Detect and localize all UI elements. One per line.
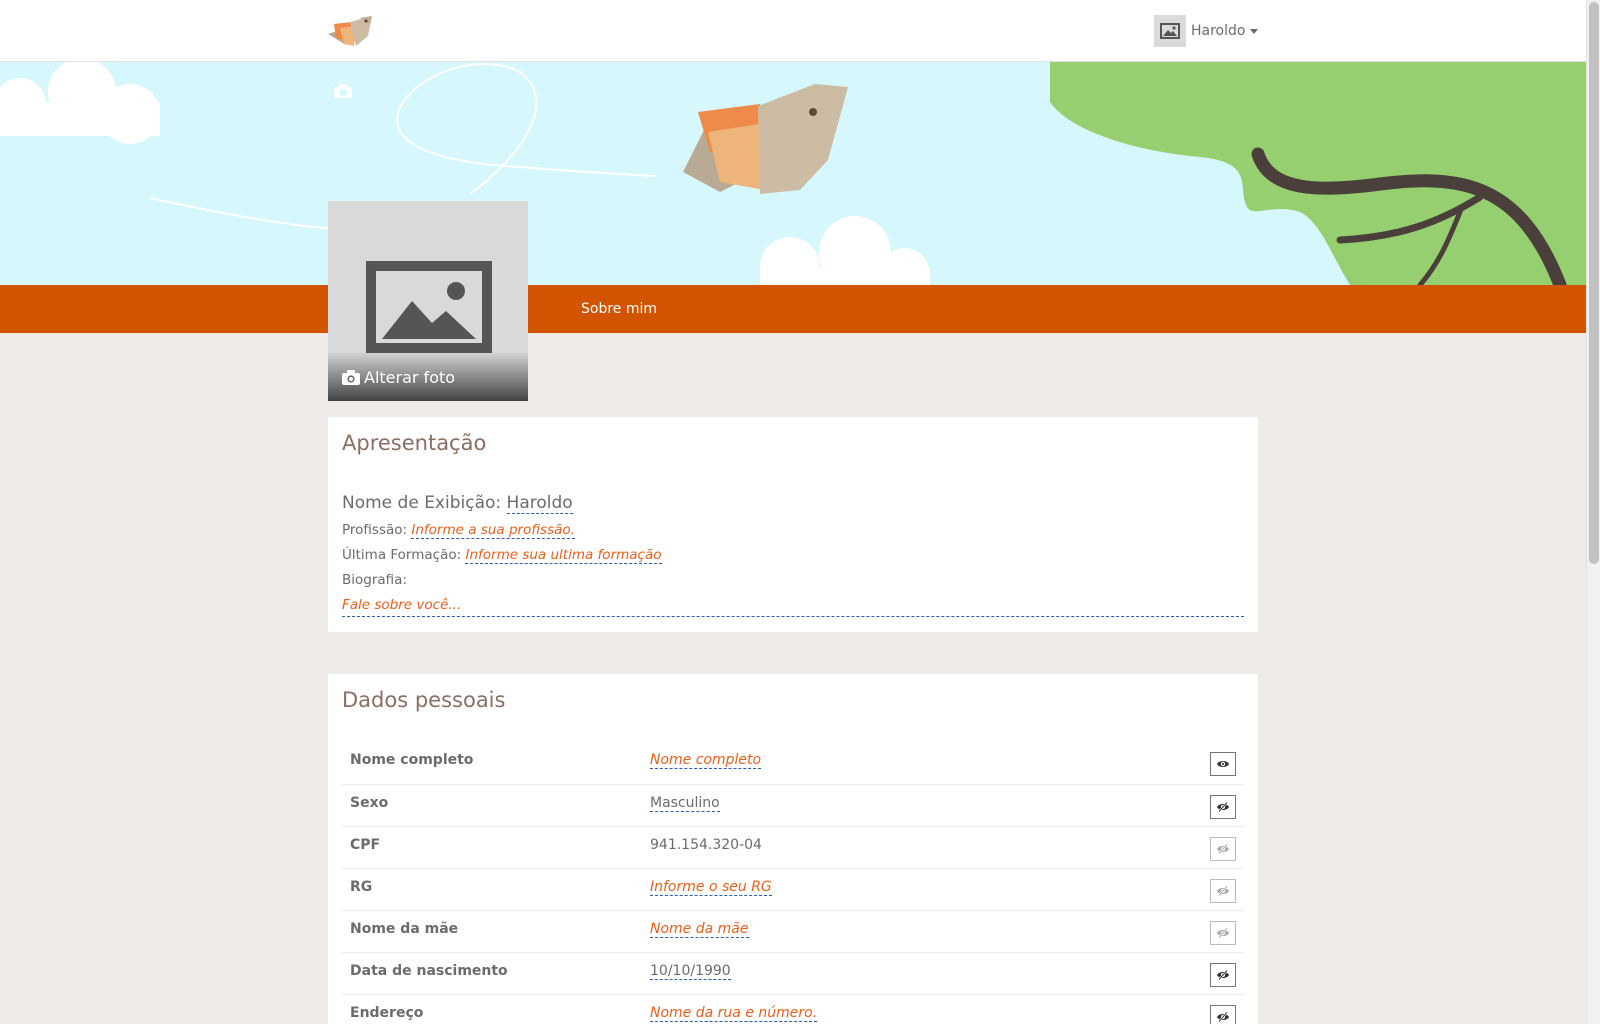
presentation-title: Apresentação	[342, 431, 487, 455]
sex-field[interactable]: Masculino	[650, 795, 720, 812]
cpf-value: 941.154.320-04	[650, 837, 762, 853]
education-label: Última Formação:	[342, 547, 462, 563]
visibility-toggle-button[interactable]	[1210, 837, 1236, 861]
cover-illustration	[0, 62, 1586, 285]
row-label: Data de nascimento	[350, 963, 508, 979]
table-row-rg: RG Informe o seu RG	[342, 868, 1244, 910]
visibility-toggle-button[interactable]	[1210, 795, 1236, 819]
change-photo-label: Alterar foto	[364, 367, 456, 387]
mother-name-field[interactable]: Nome da mãe	[650, 921, 749, 938]
row-label: Nome da mãe	[350, 921, 459, 937]
display-name-label: Nome de Exibição:	[342, 493, 502, 513]
visibility-toggle-button[interactable]	[1210, 921, 1236, 945]
presentation-card: Apresentação Nome de Exibição: Haroldo P…	[328, 417, 1258, 632]
rg-field[interactable]: Informe o seu RG	[650, 879, 772, 896]
bio-label: Biografia:	[342, 572, 407, 588]
visibility-toggle-button[interactable]	[1210, 963, 1236, 987]
change-photo-button[interactable]: Alterar foto	[328, 353, 528, 401]
birth-date-field[interactable]: 10/10/1990	[650, 963, 731, 980]
profession-label: Profissão:	[342, 522, 408, 538]
education-line: Última Formação: Informe sua ultima form…	[342, 547, 662, 564]
education-field[interactable]: Informe sua ultima formação	[465, 547, 662, 564]
address-field[interactable]: Nome da rua e número.	[650, 1005, 818, 1022]
visibility-toggle-button[interactable]	[1210, 1005, 1236, 1024]
page-scrollbar[interactable]	[1586, 0, 1600, 1024]
image-placeholder-icon	[366, 261, 492, 353]
table-row-sex: Sexo Masculino	[342, 784, 1244, 826]
bio-field[interactable]: Fale sobre você...	[342, 597, 1244, 617]
eye-icon	[1217, 761, 1229, 767]
table-row-birth-date: Data de nascimento 10/10/1990	[342, 952, 1244, 994]
eye-slash-icon	[1217, 1012, 1229, 1022]
row-label: CPF	[350, 837, 381, 853]
row-label: Endereço	[350, 1005, 424, 1021]
cover-banner	[0, 62, 1586, 285]
profile-tab-bar: Sobre mim	[0, 285, 1586, 333]
row-label: RG	[350, 879, 373, 895]
eye-slash-icon	[1217, 970, 1229, 980]
full-name-field[interactable]: Nome completo	[650, 752, 762, 769]
tab-about-me[interactable]: Sobre mim	[581, 285, 657, 333]
table-row-cpf: CPF 941.154.320-04	[342, 826, 1244, 868]
top-navbar: Haroldo	[0, 0, 1586, 62]
scrollbar-thumb[interactable]	[1589, 2, 1599, 564]
table-row-full-name: Nome completo Nome completo	[342, 742, 1244, 784]
chevron-down-icon	[1250, 28, 1259, 34]
camera-icon	[342, 369, 360, 385]
visibility-toggle-button[interactable]	[1210, 879, 1236, 903]
row-label: Nome completo	[350, 752, 474, 768]
camera-icon[interactable]	[333, 83, 353, 99]
bird-logo-icon[interactable]	[326, 12, 378, 48]
personal-data-card: Dados pessoais Nome completo Nome comple…	[328, 674, 1258, 1024]
image-placeholder-icon	[1160, 23, 1180, 39]
row-label: Sexo	[350, 795, 389, 811]
profile-photo: Alterar foto	[328, 201, 528, 401]
user-menu[interactable]: Haroldo	[1154, 15, 1259, 47]
eye-slash-icon	[1217, 802, 1229, 812]
table-row-mother-name: Nome da mãe Nome da mãe	[342, 910, 1244, 952]
display-name: Nome de Exibição: Haroldo	[342, 493, 573, 514]
profession-line: Profissão: Informe a sua profissão.	[342, 522, 575, 539]
user-name: Haroldo	[1191, 23, 1246, 39]
table-row-address: Endereço Nome da rua e número.	[342, 994, 1244, 1024]
eye-slash-icon	[1217, 886, 1229, 896]
personal-data-title: Dados pessoais	[342, 688, 506, 712]
personal-data-table: Nome completo Nome completo Sexo Masculi…	[342, 742, 1244, 1024]
display-name-value[interactable]: Haroldo	[506, 493, 573, 514]
visibility-toggle-button[interactable]	[1210, 752, 1236, 776]
eye-slash-icon	[1217, 844, 1229, 854]
profession-field[interactable]: Informe a sua profissão.	[411, 522, 575, 539]
eye-slash-icon	[1217, 928, 1229, 938]
user-avatar	[1154, 15, 1186, 47]
